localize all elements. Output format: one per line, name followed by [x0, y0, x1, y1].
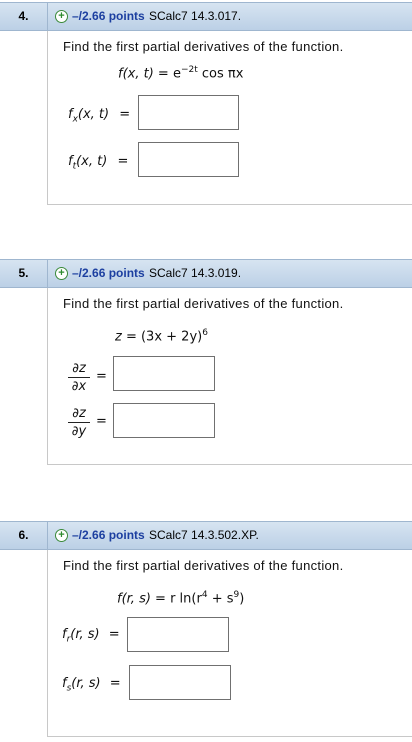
- question-prompt: Find the first partial derivatives of th…: [63, 39, 344, 54]
- question-body: Find the first partial derivatives of th…: [47, 31, 412, 205]
- answer-input-fs[interactable]: [129, 665, 231, 700]
- expand-plus-icon[interactable]: +: [55, 529, 68, 542]
- partial-z-y-fraction: ∂z ∂y: [68, 406, 90, 439]
- answer-input-dzdx[interactable]: [113, 356, 215, 391]
- answer-input-ft[interactable]: [138, 142, 239, 177]
- question-number: 5.: [0, 260, 48, 287]
- function-eq: = (3x + 2y): [121, 329, 203, 345]
- expand-plus-icon[interactable]: +: [55, 10, 68, 23]
- question-body: Find the first partial derivatives of th…: [47, 288, 412, 465]
- question-body: Find the first partial derivatives of th…: [47, 550, 412, 737]
- function-rest: cos πx: [197, 66, 244, 82]
- points-link[interactable]: –/2.66 points: [72, 522, 145, 549]
- partial-z-x-fraction: ∂z ∂x: [68, 361, 90, 394]
- function-expression: f(r, s) = r ln(r4 + s9): [117, 590, 245, 607]
- answer-label-fs: fs(r, s) =: [62, 676, 121, 694]
- question-number: 6.: [0, 522, 48, 549]
- function-exponent: −2t: [180, 65, 198, 75]
- question-header: 6. + –/2.66 points SCalc7 14.3.502.XP.: [0, 521, 412, 550]
- function-lhs: f(x, t): [118, 66, 154, 82]
- expand-plus-icon[interactable]: +: [55, 267, 68, 280]
- question-source: SCalc7 14.3.019.: [149, 266, 242, 280]
- answer-input-dzdy[interactable]: [113, 403, 215, 438]
- points-link[interactable]: –/2.66 points: [72, 260, 145, 287]
- function-lhs: z: [115, 329, 122, 345]
- equals-sign: =: [96, 414, 107, 429]
- function-eq: = e: [153, 66, 181, 82]
- answer-label-fr: fr(r, s) =: [62, 627, 120, 645]
- question-number: 4.: [0, 3, 48, 30]
- equals-sign: =: [96, 369, 107, 384]
- answer-input-fx[interactable]: [138, 95, 239, 130]
- answer-label-fx: fx(x, t) =: [68, 107, 131, 125]
- function-lhs: f(r, s): [117, 591, 151, 607]
- question-prompt: Find the first partial derivatives of th…: [63, 558, 344, 573]
- question-source: SCalc7 14.3.502.XP.: [149, 528, 259, 542]
- function-expression: f(x, t) = e−2t cos πx: [118, 65, 243, 81]
- answer-input-fr[interactable]: [127, 617, 229, 652]
- question-header: 4. + –/2.66 points SCalc7 14.3.017.: [0, 2, 412, 31]
- function-expression: z = (3x + 2y)6: [115, 328, 208, 344]
- function-exponent: 6: [202, 328, 208, 338]
- question-source: SCalc7 14.3.017.: [149, 9, 242, 23]
- question-header: 5. + –/2.66 points SCalc7 14.3.019.: [0, 259, 412, 288]
- function-eq: = r ln(r: [150, 591, 202, 607]
- question-prompt: Find the first partial derivatives of th…: [63, 296, 344, 311]
- answer-label-ft: ft(x, t) =: [68, 154, 129, 172]
- points-link[interactable]: –/2.66 points: [72, 3, 145, 30]
